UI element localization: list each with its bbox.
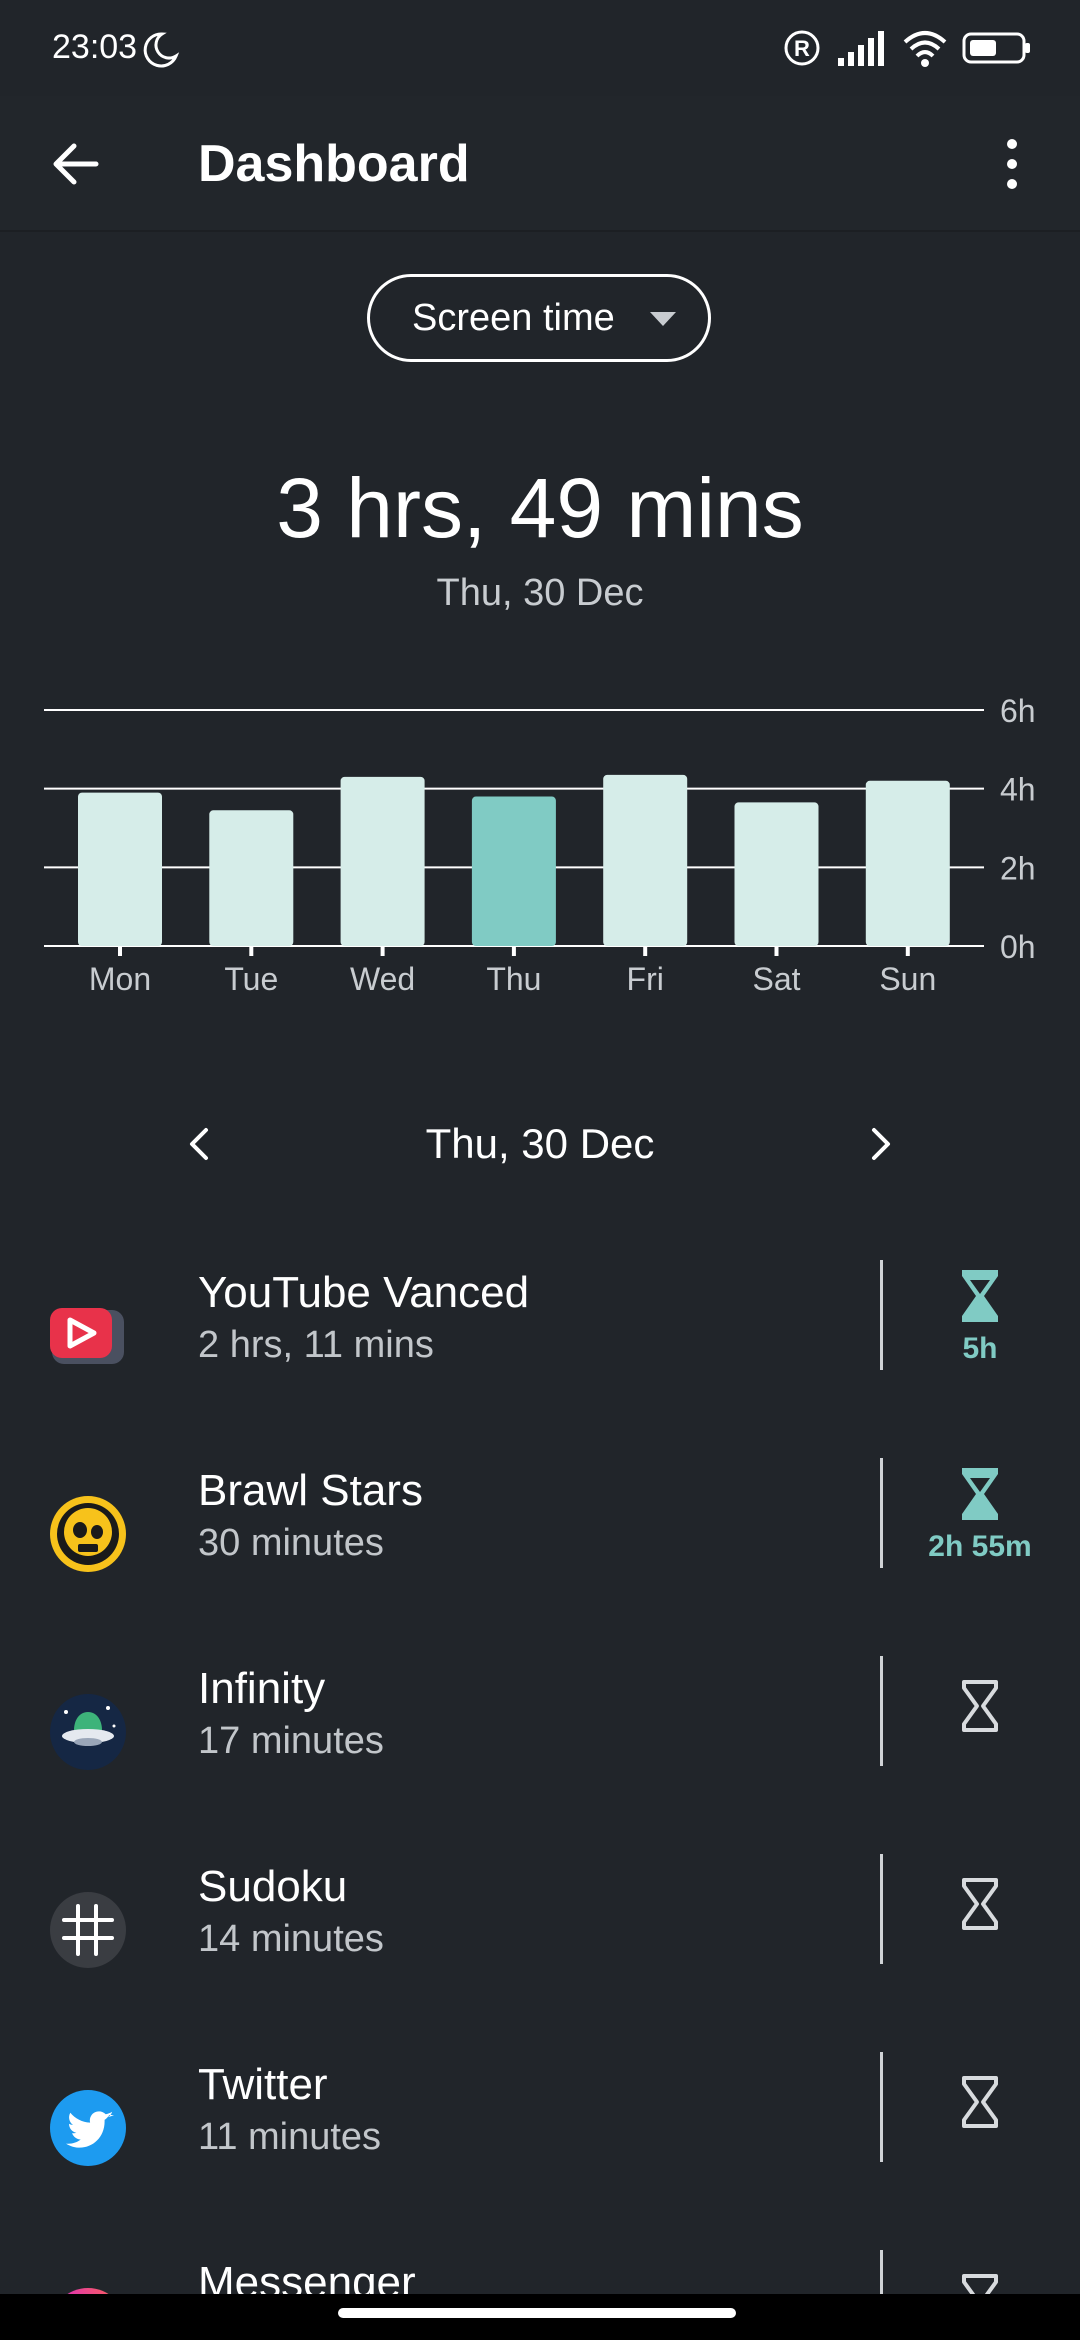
app-row-twitter[interactable]: Twitter 11 minutes: [0, 2042, 1080, 2240]
registered-icon: R: [784, 30, 820, 66]
app-name: YouTube Vanced: [198, 1268, 530, 1317]
chart-y-tick-label: 0h: [1000, 929, 1036, 965]
app-usage-time: 17 minutes: [198, 1720, 384, 1762]
chart-bar-mon[interactable]: [78, 792, 162, 946]
divider: [880, 2052, 883, 2162]
app-bar: Dashboard: [0, 96, 1080, 232]
battery-icon: [962, 32, 1030, 64]
chart-bar-wed[interactable]: [340, 776, 425, 946]
chart-bar-sat[interactable]: [734, 802, 819, 946]
hourglass-outline-icon: [962, 1680, 998, 1732]
status-icons: R: [782, 26, 1032, 70]
twitter-icon: [50, 2090, 126, 2166]
status-bar: 23:03 R: [0, 0, 1080, 96]
chart-x-tick-label: Tue: [224, 961, 278, 997]
app-usage-time: 11 minutes: [198, 2116, 382, 2158]
chart-y-tick-label: 6h: [1000, 693, 1036, 729]
chart-x-tick-label: Wed: [350, 961, 415, 997]
brawl-stars-icon: [50, 1496, 126, 1572]
divider: [880, 1854, 883, 1964]
app-timer-button[interactable]: 2h 55m: [900, 1448, 1060, 1598]
total-screen-time: 3 hrs, 49 mins: [276, 461, 804, 555]
wifi-icon: [903, 31, 947, 67]
chart-y-tick-label: 2h: [1000, 850, 1036, 886]
chart-bar-sun[interactable]: [865, 780, 950, 946]
metric-dropdown[interactable]: Screen time: [367, 274, 711, 362]
app-row-brawl-stars[interactable]: Brawl Stars 30 minutes 2h 55m: [0, 1448, 1080, 1646]
chart-y-tick-label: 4h: [1000, 772, 1036, 808]
date-navigator: Thu, 30 Dec: [0, 1110, 1080, 1178]
selected-date: Thu, 30 Dec: [425, 1120, 655, 1167]
chart-x-tick-label: Mon: [89, 961, 151, 997]
chart-bar-fri[interactable]: [603, 774, 688, 946]
svg-text:R: R: [794, 36, 810, 61]
chart-bar-thu[interactable]: [471, 796, 556, 946]
app-timer-button[interactable]: [900, 1844, 1060, 1994]
timer-limit: 2h 55m: [928, 1530, 1032, 1563]
app-usage-time: 30 minutes: [198, 1522, 384, 1564]
more-options-icon[interactable]: [980, 132, 1044, 196]
moon-icon: [143, 32, 180, 68]
divider: [880, 1656, 883, 1766]
app-name: Twitter: [198, 2060, 328, 2109]
app-usage-time: 14 minutes: [198, 1918, 384, 1960]
app-timer-button[interactable]: 5h: [900, 1250, 1060, 1400]
app-name: Infinity: [198, 1664, 326, 1713]
divider: [880, 1458, 883, 1568]
app-usage-list: YouTube Vanced 2 hrs, 11 mins 5h Brawl S…: [0, 1250, 1080, 2340]
chart-x-tick-label: Sat: [752, 961, 800, 997]
summary-date: Thu, 30 Dec: [436, 572, 644, 614]
app-row-infinity[interactable]: Infinity 17 minutes: [0, 1646, 1080, 1844]
navigation-bar: [0, 2294, 1080, 2340]
app-row-sudoku[interactable]: Sudoku 14 minutes: [0, 1844, 1080, 2042]
chart-bar-tue[interactable]: [209, 810, 294, 946]
youtube-vanced-icon: [50, 1308, 124, 1364]
page-title: Dashboard: [198, 135, 470, 193]
hourglass-outline-icon: [962, 1878, 998, 1930]
sudoku-icon: [50, 1892, 126, 1968]
chart-x-tick-label: Thu: [486, 961, 541, 997]
hourglass-icon: [962, 1270, 998, 1322]
app-usage-time: 2 hrs, 11 mins: [198, 1324, 434, 1366]
home-indicator[interactable]: [338, 2308, 736, 2318]
chart-x-tick-label: Sun: [879, 961, 936, 997]
app-name: Sudoku: [198, 1862, 348, 1911]
hourglass-outline-icon: [962, 2076, 998, 2128]
divider: [880, 1260, 883, 1370]
status-time: 23:03: [52, 28, 138, 66]
timer-limit: 5h: [962, 1332, 998, 1365]
app-name: Brawl Stars: [198, 1466, 423, 1515]
next-day-icon[interactable]: [852, 1116, 908, 1172]
back-arrow-icon[interactable]: [44, 132, 108, 196]
infinity-app-icon: [50, 1694, 126, 1770]
chart-x-tick-label: Fri: [627, 961, 664, 997]
screen: 23:03 R Dashboard Screen time 3 hrs, 49 …: [0, 0, 1080, 2340]
metric-dropdown-label: Screen time: [412, 296, 615, 339]
hourglass-icon: [962, 1468, 998, 1520]
weekly-usage-chart: 0h 2h 4h 6h Mon Tue Wed Thu Fri Sat Sun: [44, 693, 1036, 997]
app-timer-button[interactable]: [900, 2042, 1060, 2192]
app-row-youtube-vanced[interactable]: YouTube Vanced 2 hrs, 11 mins 5h: [0, 1250, 1080, 1448]
app-timer-button[interactable]: [900, 1646, 1060, 1796]
dropdown-caret-icon: [650, 312, 676, 326]
signal-icon: [838, 31, 884, 66]
